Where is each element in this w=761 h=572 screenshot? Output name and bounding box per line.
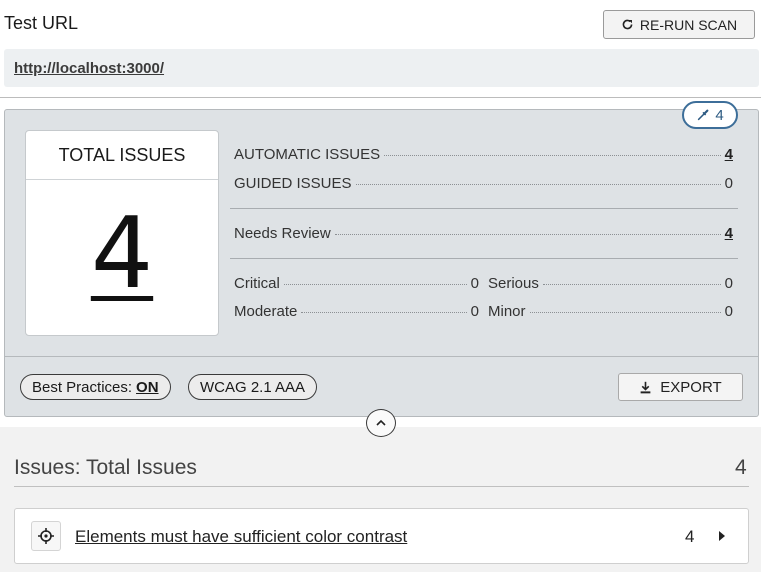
crosshair-icon — [38, 528, 54, 544]
serious-count: 0 — [724, 275, 733, 292]
page-header: Test URL RE-RUN SCAN — [0, 0, 761, 48]
total-issues-count[interactable]: 4 — [26, 205, 218, 303]
leader-dots — [542, 284, 721, 285]
issue-list-item[interactable]: Elements must have sufficient color cont… — [14, 508, 749, 564]
issues-heading-divider — [14, 486, 749, 487]
guided-issues-row: GUIDED ISSUES 0 — [234, 175, 733, 192]
automatic-issues-count[interactable]: 4 — [725, 146, 733, 163]
needs-review-label: Needs Review — [234, 225, 331, 242]
leader-dots — [355, 184, 721, 185]
automatic-issues-label: AUTOMATIC ISSUES — [234, 146, 381, 163]
test-url-link[interactable]: http://localhost:3000/ — [14, 60, 164, 77]
minor-count: 0 — [724, 303, 733, 320]
export-label: EXPORT — [660, 378, 722, 396]
wcag-standard-pill[interactable]: WCAG 2.1 AAA — [188, 374, 318, 400]
critical-row: Critical 0 — [234, 275, 479, 292]
rerun-scan-label: RE-RUN SCAN — [639, 16, 738, 33]
leader-dots — [283, 284, 467, 285]
moderate-label: Moderate — [234, 303, 298, 320]
issues-total-count: 4 — [735, 456, 747, 479]
critical-count: 0 — [470, 275, 479, 292]
needs-review-row: Needs Review 4 — [234, 225, 733, 242]
download-icon — [640, 381, 651, 393]
serious-label: Serious — [488, 275, 539, 292]
automatic-issues-row: AUTOMATIC ISSUES 4 — [234, 146, 733, 163]
stats-divider — [230, 208, 738, 209]
moderate-count: 0 — [470, 303, 479, 320]
best-practices-label: Best Practices: — [32, 378, 133, 396]
needs-review-count[interactable]: 4 — [725, 225, 733, 242]
best-practices-state: ON — [136, 378, 159, 396]
moderate-row: Moderate 0 — [234, 303, 479, 320]
guided-issues-label: GUIDED ISSUES — [234, 175, 352, 192]
test-url-field: http://localhost:3000/ — [4, 49, 759, 87]
tool-issues-badge[interactable]: 4 — [682, 101, 738, 129]
header-divider — [0, 97, 761, 98]
minor-row: Minor 0 — [488, 303, 733, 320]
highlight-button[interactable] — [31, 521, 61, 551]
total-issues-title: TOTAL ISSUES — [26, 131, 218, 180]
minor-label: Minor — [488, 303, 526, 320]
leader-dots — [384, 155, 721, 156]
tool-badge-count: 4 — [715, 106, 724, 124]
total-issues-card: TOTAL ISSUES 4 — [25, 130, 219, 336]
serious-row: Serious 0 — [488, 275, 733, 292]
page-title: Test URL — [4, 13, 79, 33]
issues-heading: Issues: Total Issues — [14, 456, 197, 479]
panel-footer-divider — [5, 356, 758, 357]
issue-count: 4 — [685, 527, 695, 546]
leader-dots — [301, 312, 467, 313]
collapse-summary-button[interactable] — [366, 409, 396, 437]
stats-divider — [230, 258, 738, 259]
best-practices-toggle[interactable]: Best Practices: ON — [20, 374, 171, 400]
leader-dots — [529, 312, 721, 313]
chevron-up-icon — [376, 419, 386, 426]
rerun-scan-button[interactable]: RE-RUN SCAN — [603, 10, 755, 39]
critical-label: Critical — [234, 275, 280, 292]
refresh-icon — [622, 19, 633, 30]
caret-right-icon[interactable] — [716, 530, 728, 542]
eyedropper-icon — [698, 109, 709, 121]
leader-dots — [334, 234, 721, 235]
issue-title-link[interactable]: Elements must have sufficient color cont… — [75, 527, 407, 547]
wcag-standard-label: WCAG 2.1 AAA — [200, 378, 306, 396]
export-button[interactable]: EXPORT — [618, 373, 743, 401]
guided-issues-count: 0 — [724, 175, 733, 192]
